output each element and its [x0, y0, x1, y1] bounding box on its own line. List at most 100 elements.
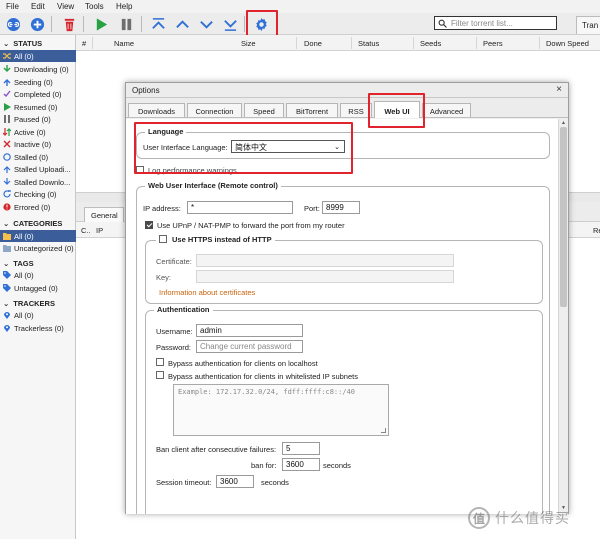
categories-section-header[interactable]: ⌄ CATEGORIES — [3, 219, 62, 228]
certificate-info-link[interactable]: Information about certificates — [159, 288, 255, 297]
resize-grip-icon[interactable] — [381, 428, 386, 433]
add-link-button[interactable] — [4, 15, 22, 33]
watermark: 值 什么值得买 — [468, 507, 570, 529]
filter-status-stalled[interactable]: Stalled (0) — [0, 151, 76, 163]
filter-status-all[interactable]: All (0) — [0, 50, 76, 62]
filter-status-resumed[interactable]: Resumed (0) — [0, 101, 76, 113]
ban-for-unit: seconds — [323, 461, 351, 470]
close-icon[interactable]: × — [556, 84, 562, 95]
ban-after-failures-input[interactable] — [282, 442, 320, 455]
column-header-peers[interactable]: Peers — [483, 39, 503, 48]
filter-status-stalled-uploading[interactable]: Stalled Uploadi... — [0, 163, 76, 175]
filter-status-stalled-downloading[interactable]: Stalled Downlo... — [0, 176, 76, 188]
column-divider[interactable] — [296, 37, 297, 49]
session-timeout-unit: seconds — [261, 478, 289, 487]
filter-status-active[interactable]: Active (0) — [0, 126, 76, 138]
tab-speed[interactable]: Speed — [244, 103, 284, 117]
column-divider[interactable] — [92, 37, 93, 49]
column-header-status[interactable]: Status — [358, 39, 379, 48]
filter-category-all[interactable]: All (0) — [0, 230, 76, 242]
bypass-localhost-checkbox[interactable] — [156, 358, 164, 366]
search-icon — [438, 19, 447, 28]
filter-tag-all[interactable]: All (0) — [0, 269, 76, 281]
port-input[interactable] — [322, 201, 360, 214]
password-input[interactable] — [196, 340, 303, 353]
filter-status-errored[interactable]: Errored (0) — [0, 201, 76, 213]
menu-edit[interactable]: Edit — [31, 2, 45, 11]
menu-tools[interactable]: Tools — [85, 2, 104, 11]
column-header-seeds[interactable]: Seeds — [420, 39, 441, 48]
search-field[interactable] — [434, 16, 557, 30]
sidebar: ⌄ STATUS All (0) Downloading (0) Seeding … — [0, 35, 76, 539]
menu-help[interactable]: Help — [116, 2, 132, 11]
dialog-titlebar[interactable]: Options × — [126, 83, 568, 98]
move-top-button[interactable] — [149, 15, 167, 33]
column-header-country[interactable]: C.. — [81, 226, 91, 235]
column-header-size[interactable]: Size — [241, 39, 256, 48]
filter-status-checking[interactable]: Checking (0) — [0, 188, 76, 200]
play-icon — [3, 103, 11, 111]
upnp-checkbox[interactable] — [145, 221, 153, 229]
trash-icon — [64, 18, 74, 31]
ip-address-input[interactable] — [187, 201, 293, 214]
filter-status-downloading[interactable]: Downloading (0) — [0, 63, 76, 75]
move-up-button[interactable] — [173, 15, 191, 33]
move-bottom-button[interactable] — [221, 15, 239, 33]
delete-button[interactable] — [60, 15, 78, 33]
trackers-section-header[interactable]: ⌄ TRACKERS — [3, 299, 55, 308]
column-header-name[interactable]: Name — [114, 39, 134, 48]
menu-file[interactable]: File — [6, 2, 19, 11]
column-header-ip[interactable]: IP — [96, 226, 103, 235]
chevron-down-icon: ⌄ — [3, 259, 10, 268]
tab-connection[interactable]: Connection — [187, 103, 242, 117]
tags-section-header[interactable]: ⌄ TAGS — [3, 259, 34, 268]
filter-status-seeding[interactable]: Seeding (0) — [0, 76, 76, 88]
filter-status-inactive[interactable]: Inactive (0) — [0, 138, 76, 150]
column-divider[interactable] — [351, 37, 352, 49]
watermark-text: 什么值得买 — [495, 511, 570, 527]
filter-status-paused[interactable]: Paused (0) — [0, 113, 76, 125]
checkmark-icon — [3, 90, 11, 98]
filter-category-uncategorized[interactable]: Uncategorized (0) — [0, 242, 76, 254]
column-divider[interactable] — [476, 37, 477, 49]
column-header-down-speed[interactable]: Down Speed — [546, 39, 589, 48]
https-fieldset: Use HTTPS instead of HTTP Certificate: K… — [145, 235, 543, 304]
tab-advanced[interactable]: Advanced — [422, 103, 471, 117]
tab-bittorrent[interactable]: BitTorrent — [286, 103, 338, 117]
filter-tag-untagged[interactable]: Untagged (0) — [0, 282, 76, 294]
session-timeout-input[interactable] — [216, 475, 254, 488]
search-input[interactable] — [451, 18, 555, 28]
download-icon — [3, 65, 11, 73]
dialog-scrollbar[interactable]: ▲ ▼ — [558, 119, 568, 514]
move-down-button[interactable] — [197, 15, 215, 33]
filter-tracker-all[interactable]: All (0) — [0, 309, 76, 321]
tab-general[interactable]: General — [84, 207, 124, 222]
resume-button[interactable] — [92, 15, 110, 33]
pause-button[interactable] — [117, 15, 135, 33]
whitelist-subnets-textarea[interactable] — [173, 384, 389, 436]
column-header-number[interactable]: # — [82, 39, 86, 48]
status-section-header[interactable]: ⌄ STATUS — [3, 39, 42, 48]
column-divider[interactable] — [413, 37, 414, 49]
tab-downloads[interactable]: Downloads — [128, 103, 185, 117]
https-checkbox[interactable] — [159, 235, 167, 243]
highlight-web-ui-tab — [368, 93, 425, 128]
menu-view[interactable]: View — [57, 2, 74, 11]
column-divider[interactable] — [539, 37, 540, 49]
add-torrent-button[interactable] — [28, 15, 46, 33]
filter-status-completed[interactable]: Completed (0) — [0, 88, 76, 100]
stalled-upload-icon — [3, 165, 11, 173]
filter-tracker-trackerless[interactable]: Trackerless (0) — [0, 322, 76, 334]
username-input[interactable] — [196, 324, 303, 337]
toolbar-separator — [141, 16, 142, 32]
certificate-input[interactable] — [196, 254, 454, 267]
ban-for-input[interactable] — [282, 458, 320, 471]
tab-transfers[interactable]: Tran — [576, 16, 600, 34]
scroll-up-icon[interactable]: ▲ — [561, 120, 566, 126]
bypass-whitelist-checkbox[interactable] — [156, 371, 164, 379]
scrollbar-thumb[interactable] — [560, 127, 567, 307]
key-input[interactable] — [196, 270, 454, 283]
column-header-relevance[interactable]: Re — [593, 226, 600, 235]
column-header-done[interactable]: Done — [304, 39, 322, 48]
shuffle-icon — [3, 52, 11, 60]
